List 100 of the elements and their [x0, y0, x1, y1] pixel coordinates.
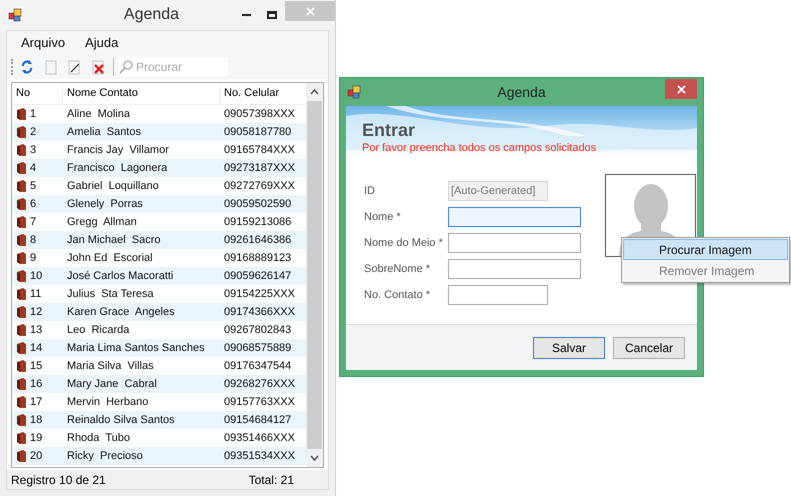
- table-cell-text: 5: [30, 178, 36, 194]
- table-row[interactable]: 8 Jan Michael Sacro 09261646386: [12, 231, 306, 249]
- table-row[interactable]: 6 Glenely Porras 09059502590: [12, 195, 306, 213]
- record-status: Registro 10 de 21: [11, 472, 107, 488]
- book-icon: [15, 323, 28, 337]
- table-row[interactable]: 10 José Carlos Macoratti 09059626147: [12, 267, 306, 285]
- book-icon: [15, 251, 28, 265]
- dialog-subtitle: Por favor preencha todos os campos solicitados: [362, 141, 598, 156]
- table-row[interactable]: 20 Ricky Precioso 09351534XXX: [12, 447, 306, 465]
- table-cell: Gregg Allman: [67, 216, 137, 228]
- search-icon: [119, 60, 133, 74]
- table-cell-text: 13: [30, 322, 42, 338]
- close-icon: [676, 84, 686, 94]
- table-cell: 09267802843: [224, 324, 292, 336]
- menu-item[interactable]: Arquivo: [13, 33, 74, 53]
- table-cell-text: 1: [30, 106, 36, 122]
- book-icon: [15, 161, 28, 175]
- table-cell-text: 18: [30, 412, 42, 428]
- dialog-title: Agenda: [497, 84, 546, 100]
- table-row[interactable]: 16 Mary Jane Cabral 09268276XXX: [12, 375, 306, 393]
- book-icon: [15, 413, 28, 427]
- book-icon: [15, 377, 28, 391]
- table-cell-text: 8: [30, 232, 36, 248]
- table-row[interactable]: 18 Reinaldo Silva Santos 09154684127: [12, 411, 306, 429]
- table-cell: 09059502590: [224, 198, 292, 210]
- table-cell: Ricky Precioso: [67, 450, 143, 462]
- table-cell-text: 2: [30, 124, 36, 140]
- book-icon: [15, 341, 28, 355]
- dialog-heading: Entrar: [362, 120, 416, 140]
- table-cell: John Ed Escorial: [67, 252, 153, 264]
- table-cell: José Carlos Macoratti: [67, 270, 174, 282]
- field-label: Nome *: [364, 210, 402, 225]
- table-cell: Maria Lima Santos Sanches: [67, 342, 205, 354]
- table-cell: 09261646386: [224, 234, 292, 246]
- table-cell-text: 10: [30, 268, 42, 284]
- close-button[interactable]: [665, 79, 697, 99]
- table-cell: Gabriel Loquillano: [67, 180, 159, 192]
- table-row[interactable]: 4 Francisco Lagonera 09273187XXX: [12, 159, 306, 177]
- table-cell: Mary Jane Cabral: [67, 378, 157, 390]
- table-cell: 09268276XXX: [224, 378, 295, 390]
- book-icon: [15, 179, 28, 193]
- field-label: ID: [364, 184, 376, 199]
- table-cell: 09174366XXX: [224, 306, 295, 318]
- book-icon: [15, 215, 28, 229]
- table-cell-text: 15: [30, 358, 42, 374]
- table-cell: Amelia Santos: [67, 126, 141, 138]
- table-cell: 09058187780: [224, 126, 292, 138]
- book-icon: [15, 107, 28, 121]
- dialog-button[interactable]: Cancelar: [613, 336, 685, 358]
- close-icon: [306, 6, 314, 16]
- table-cell-text: 16: [30, 376, 42, 392]
- input-field[interactable]: [448, 259, 581, 279]
- menu-item[interactable]: Procurar Imagem: [623, 239, 788, 260]
- table-cell: 09154684127: [224, 414, 292, 426]
- table-cell-text: 12: [30, 304, 42, 320]
- table-cell-text: 20: [30, 448, 42, 464]
- book-icon: [15, 287, 28, 301]
- table-cell-text: 6: [30, 196, 36, 212]
- table-cell: Maria Silva Villas: [67, 360, 154, 372]
- input-field[interactable]: [448, 285, 548, 305]
- table-row[interactable]: 12 Karen Grace Angeles 09174366XXX: [12, 303, 306, 321]
- input-field[interactable]: [448, 233, 581, 253]
- table-cell: Karen Grace Angeles: [67, 306, 175, 318]
- table-cell: 09154225XXX: [224, 288, 295, 300]
- search-field[interactable]: Procurar: [118, 57, 228, 77]
- scrollbar[interactable]: [306, 83, 323, 467]
- table-row[interactable]: 14 Maria Lima Santos Sanches 09068575889: [12, 339, 306, 357]
- table-cell: 09272769XXX: [224, 180, 295, 192]
- table-cell-text: 4: [30, 160, 36, 176]
- dialog-button[interactable]: Salvar: [533, 336, 605, 358]
- pencil-icon: [68, 60, 82, 74]
- book-icon: [15, 143, 28, 157]
- table-row[interactable]: 2 Amelia Santos 09058187780: [12, 123, 306, 141]
- column-header[interactable]: No: [12, 83, 62, 104]
- table-cell: 09059626147: [224, 270, 292, 282]
- book-icon: [15, 449, 28, 463]
- page-icon: [45, 60, 57, 74]
- table-cell: 09068575889: [224, 342, 292, 354]
- table-cell: Rhoda Tubo: [67, 432, 130, 444]
- book-icon: [15, 197, 28, 211]
- table-cell: 09351466XXX: [224, 432, 295, 444]
- table-cell: 09057398XXX: [224, 108, 295, 120]
- table-cell: 09159213086: [224, 216, 292, 228]
- table-cell-text: 3: [30, 142, 36, 158]
- book-icon: [15, 269, 28, 283]
- table-cell: 09351534XXX: [224, 450, 295, 462]
- input-field[interactable]: [448, 207, 581, 227]
- app-icon: [8, 8, 22, 22]
- table-cell: 09157763XXX: [224, 396, 295, 408]
- delete-icon: [92, 60, 106, 74]
- table-cell-text: 17: [30, 394, 42, 410]
- book-icon: [15, 359, 28, 373]
- table-cell-text: 7: [30, 214, 36, 230]
- table-cell: 09176347544: [224, 360, 292, 372]
- table-cell: Francis Jay Villamor: [67, 144, 169, 156]
- table-cell: Glenely Porras: [67, 198, 143, 210]
- table-cell: Julius Sta Teresa: [67, 288, 154, 300]
- field-label: Nome do Meio *: [364, 236, 444, 251]
- menu-item[interactable]: Ajuda: [77, 33, 126, 53]
- total-status: Total: 21: [248, 472, 294, 488]
